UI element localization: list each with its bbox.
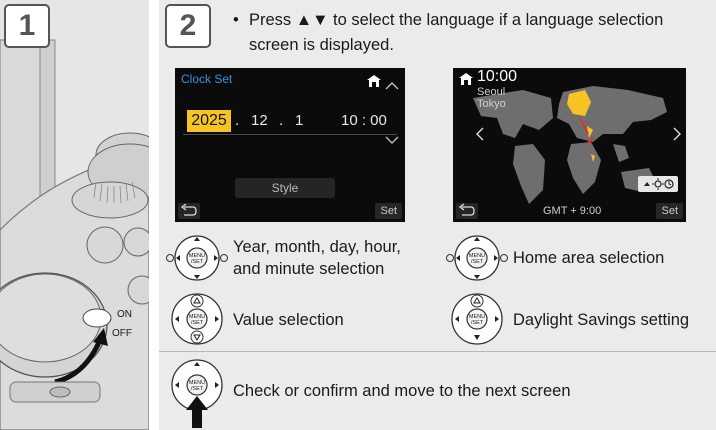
clock-set-screen: Clock Set 2025 . 12 . 1 10 : 00 Style Se…: [175, 68, 405, 222]
instruction-text: • Press ▲▼ to select the language if a l…: [233, 8, 703, 58]
dial-set-text: /SET: [191, 386, 204, 392]
dial-set-text: /SET: [191, 259, 204, 265]
daylight-savings-button[interactable]: [638, 176, 678, 192]
date-time-row: 2025 . 12 . 1 10 : 00: [183, 110, 397, 132]
city-seoul: Seoul: [477, 86, 506, 98]
bullet: •: [233, 11, 239, 29]
city-tokyo: Tokyo: [477, 98, 506, 110]
set-button[interactable]: Set: [375, 203, 402, 219]
ymd-selection-label: Year, month, day, hour, and minute selec…: [233, 236, 401, 280]
confirm-label: Check or confirm and move to the next sc…: [233, 382, 571, 400]
separator: .: [279, 112, 284, 129]
chevron-down-icon[interactable]: [385, 136, 399, 144]
gmt-offset: GMT + 9:00: [543, 205, 602, 217]
style-button[interactable]: Style: [235, 178, 335, 198]
home-icon: [367, 75, 381, 87]
ymd-line2: and minute selection: [233, 260, 385, 278]
back-icon: [458, 203, 475, 216]
camera-illustration: [0, 0, 149, 430]
menu-set-button-icon: MENU /SET: [171, 359, 223, 428]
home-area-screen: 10:00 Seoul Tokyo GMT + 9:00 Set: [453, 68, 686, 222]
month-field[interactable]: 12: [251, 110, 268, 132]
chevron-up-icon[interactable]: [385, 82, 399, 90]
step1-panel: 1 ON OFF: [0, 0, 149, 430]
year-field[interactable]: 2025: [187, 110, 231, 132]
time-field[interactable]: 10 : 00: [341, 110, 387, 132]
up-down-button-icon: MENU /SET: [171, 293, 223, 345]
back-button[interactable]: [456, 203, 478, 219]
step-number-2: 2: [165, 4, 211, 48]
separator: .: [235, 112, 240, 129]
daylight-savings-label: Daylight Savings setting: [513, 311, 690, 329]
divider: [183, 134, 397, 135]
home-area-selection-label: Home area selection: [513, 249, 665, 267]
up-down-button-icon: MENU /SET: [451, 293, 503, 345]
back-icon: [180, 203, 197, 216]
control-dial-icon: MENU /SET: [446, 235, 508, 281]
step-number-1: 1: [4, 4, 50, 48]
daylight-savings-icon: [644, 178, 674, 190]
set-button[interactable]: Set: [656, 203, 683, 219]
home-time: 10:00: [477, 68, 518, 85]
value-selection-label: Value selection: [233, 311, 344, 329]
home-icon: [459, 73, 473, 85]
clock-set-title: Clock Set: [181, 72, 233, 86]
instruction-body: Press ▲▼ to select the language if a lan…: [249, 11, 664, 54]
dial-set-text: /SET: [471, 320, 484, 326]
dial-set-text: /SET: [471, 259, 484, 265]
back-button[interactable]: [178, 203, 200, 219]
ymd-line1: Year, month, day, hour,: [233, 238, 401, 256]
day-field[interactable]: 1: [295, 110, 303, 132]
off-label: OFF: [112, 328, 132, 339]
section-divider: [159, 351, 716, 352]
on-label: ON: [117, 309, 132, 320]
dial-set-text: /SET: [191, 320, 204, 326]
control-dial-icon: MENU /SET: [166, 235, 228, 281]
